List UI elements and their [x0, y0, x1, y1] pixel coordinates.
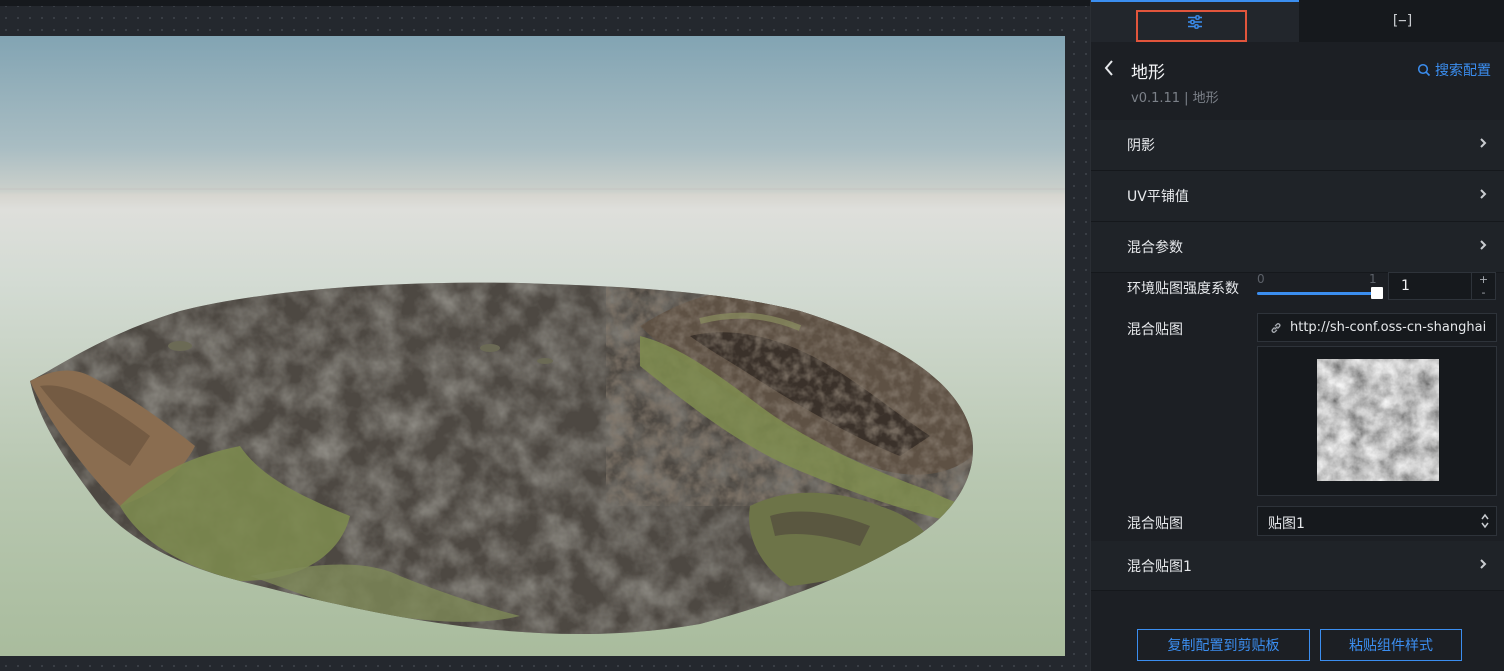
component-version: v0.1.11 | 地形: [1131, 91, 1219, 106]
section-blend-params[interactable]: 混合参数: [1091, 222, 1504, 273]
terrain-scene: [0, 188, 1065, 634]
chevron-right-icon: [1480, 138, 1487, 148]
editor-canvas[interactable]: [0, 0, 1090, 671]
chevron-right-icon: [1480, 189, 1487, 199]
chevron-right-icon: [1480, 240, 1487, 250]
slider-max-label: 1: [1369, 272, 1377, 286]
tab-highlight-box: [1136, 10, 1247, 42]
texture-thumbnail: [1317, 359, 1439, 481]
select-arrows-icon: [1481, 513, 1489, 529]
tab-layers[interactable]: [−]: [1299, 0, 1504, 42]
3d-viewport[interactable]: [0, 36, 1065, 656]
blend-texture-select[interactable]: 贴图1: [1257, 506, 1497, 536]
config-list: 阴影 UV平铺值 混合参数: [1091, 120, 1504, 273]
canvas-top-strip: [0, 0, 1090, 6]
tab-config[interactable]: [1091, 0, 1299, 42]
component-title: 地形: [1131, 63, 1165, 83]
footer-actions: 复制配置到剪贴板 粘贴组件样式: [1091, 629, 1504, 661]
section-label: 混合贴图1: [1127, 559, 1192, 575]
slider-min-label: 0: [1257, 272, 1265, 286]
section-label: UV平铺值: [1127, 189, 1189, 205]
link-icon: [1271, 322, 1281, 333]
search-config-link[interactable]: 搜索配置: [1417, 60, 1491, 80]
search-config-label: 搜索配置: [1435, 63, 1491, 79]
section-blend-texture1[interactable]: 混合贴图1: [1091, 541, 1504, 591]
section-label: 阴影: [1127, 138, 1155, 154]
config-panel: [−] 地形 v0.1.11 | 地形 搜索配置 阴影 UV平铺值 混合参数 环…: [1090, 0, 1504, 671]
copy-config-button[interactable]: 复制配置到剪贴板: [1137, 629, 1310, 661]
number-stepper: + -: [1472, 272, 1496, 300]
slider-track[interactable]: [1257, 292, 1377, 295]
texture-preview[interactable]: [1257, 346, 1497, 496]
paste-style-button[interactable]: 粘贴组件样式: [1320, 629, 1462, 661]
select-value: 贴图1: [1268, 516, 1305, 532]
blend-texture-label: 混合贴图: [1127, 322, 1183, 338]
texture-url-input[interactable]: http://sh-conf.oss-cn-shanghai: [1257, 313, 1497, 342]
collapse-icon: [−]: [1390, 13, 1414, 29]
slider-thumb[interactable]: [1371, 287, 1383, 299]
section-shadow[interactable]: 阴影: [1091, 120, 1504, 171]
texture-url-text: http://sh-conf.oss-cn-shanghai: [1290, 320, 1487, 335]
panel-tabs: [−]: [1091, 0, 1504, 42]
back-arrow-icon[interactable]: [1103, 58, 1115, 78]
env-strength-input[interactable]: 1: [1388, 272, 1472, 300]
env-strength-label: 环境贴图强度系数: [1127, 281, 1239, 297]
increment-button[interactable]: +: [1472, 273, 1495, 286]
search-icon: [1417, 63, 1431, 77]
section-label: 混合参数: [1127, 240, 1183, 256]
blend-select-label: 混合贴图: [1127, 516, 1183, 532]
decrement-button[interactable]: -: [1472, 286, 1495, 299]
chevron-right-icon: [1480, 559, 1487, 569]
section-uv-tiling[interactable]: UV平铺值: [1091, 171, 1504, 222]
